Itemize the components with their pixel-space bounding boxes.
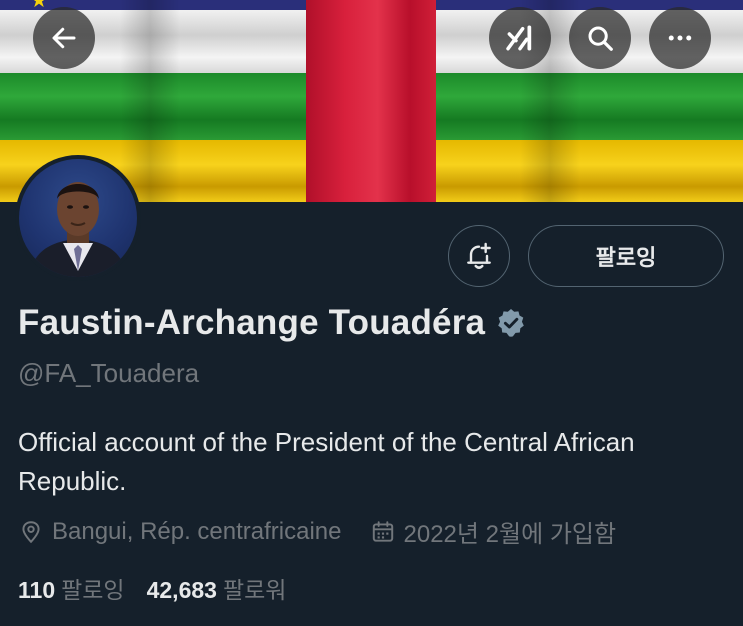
arrow-left-icon <box>52 27 76 49</box>
following-button[interactable]: 팔로잉 <box>528 225 724 287</box>
banner-red-band <box>306 0 436 202</box>
profile-joined-date: 2022년 2월에 가입함 <box>403 521 617 548</box>
profile-meta: Bangui, Rép. centrafricaine 2022년 2월에 가입… <box>18 514 616 549</box>
avatar[interactable] <box>15 155 141 281</box>
banner-fold-shadow <box>120 0 180 202</box>
location-pin-icon <box>22 520 40 543</box>
avatar-image <box>19 159 137 277</box>
profile-handle: @FA_Touadera <box>18 358 200 388</box>
calendar-icon <box>372 520 393 542</box>
more-horizontal-icon <box>668 35 692 41</box>
following-count: 110 <box>18 577 56 603</box>
profile-name-row: Faustin-Archange Touadéra <box>18 303 527 343</box>
notifications-button[interactable] <box>448 225 510 287</box>
followers-label: 팔로워 <box>222 577 287 603</box>
more-button[interactable] <box>649 7 711 69</box>
following-link[interactable]: 110 팔로잉 <box>18 571 125 605</box>
following-label: 팔로잉 <box>61 577 125 603</box>
profile-stats: 110 팔로잉 42,683 팔로워 <box>18 571 286 605</box>
profile-bio: Official account of the President of the… <box>18 427 635 496</box>
bell-plus-icon <box>467 242 491 269</box>
portrait-illustration <box>29 182 127 277</box>
search-button[interactable] <box>569 7 631 69</box>
grok-icon <box>506 25 532 51</box>
search-icon <box>588 26 613 51</box>
verified-badge-icon[interactable] <box>495 307 527 339</box>
grok-button[interactable] <box>489 7 551 69</box>
profile-location: Bangui, Rép. centrafricaine <box>52 517 342 545</box>
profile-name: Faustin-Archange Touadéra <box>18 303 486 342</box>
followers-count: 42,683 <box>146 577 217 603</box>
followers-link[interactable]: 42,683 팔로워 <box>147 571 287 605</box>
back-button[interactable] <box>33 7 95 69</box>
